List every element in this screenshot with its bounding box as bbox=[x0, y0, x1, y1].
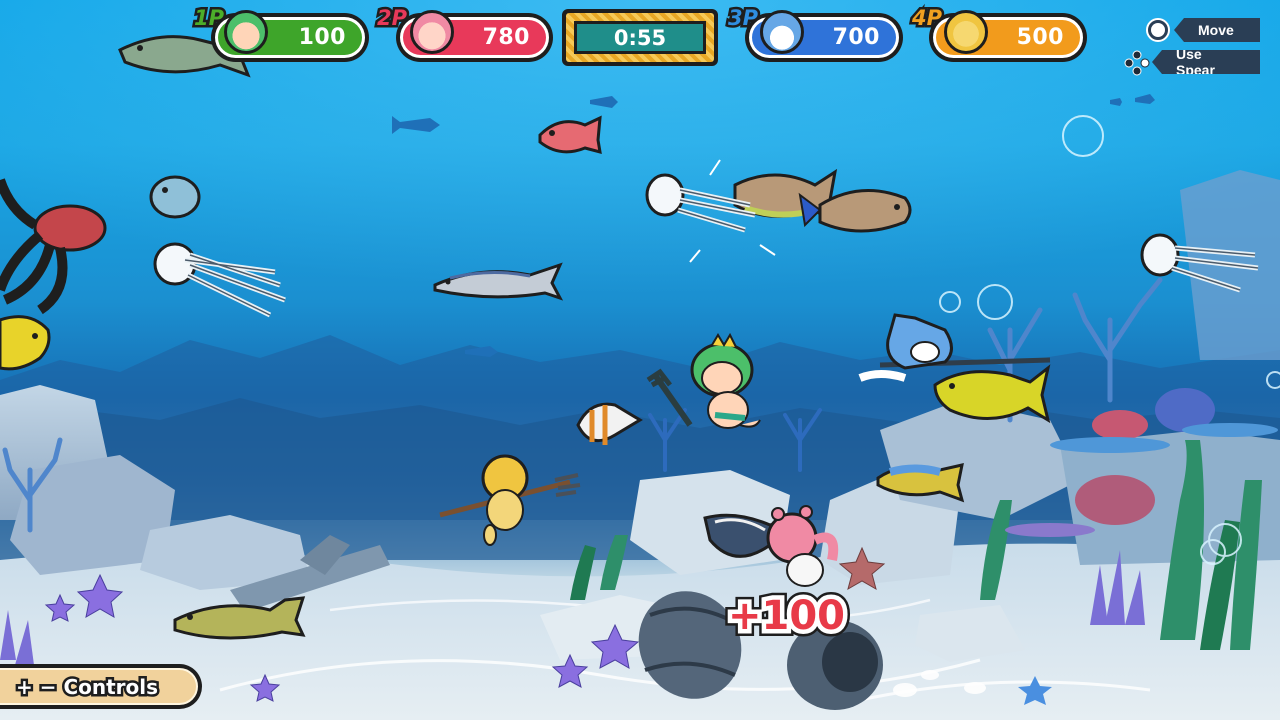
timer-value: 0:55 bbox=[613, 25, 667, 50]
cod-fish bbox=[173, 596, 306, 640]
player-4-character bbox=[439, 454, 581, 546]
brown-fish bbox=[733, 168, 912, 233]
mandarin-fish bbox=[538, 115, 602, 155]
sea-creatures bbox=[0, 32, 1259, 640]
controls-button[interactable]: + − Controls bbox=[0, 664, 202, 709]
mackerel bbox=[433, 262, 564, 301]
shark-hood-icon bbox=[760, 10, 804, 54]
round-timer: 0:55 bbox=[562, 9, 718, 66]
player-3-tag: 3P bbox=[725, 4, 760, 33]
player-1-score: 100 bbox=[298, 25, 346, 50]
controls-button-label: + − Controls bbox=[13, 672, 160, 701]
player-3-character bbox=[858, 313, 1051, 382]
yellow-fish bbox=[0, 315, 51, 371]
player-1-tag: 1P bbox=[191, 4, 226, 33]
use-spear-hint-label: Use Spear bbox=[1176, 46, 1215, 78]
player-2-score: 780 bbox=[482, 25, 530, 50]
octopus bbox=[0, 178, 107, 315]
yellow-cat-icon bbox=[944, 10, 988, 54]
player-2-tag: 2P bbox=[374, 4, 409, 33]
move-hint: Move bbox=[1174, 18, 1260, 42]
player-2-character bbox=[766, 505, 839, 587]
blue-fish bbox=[876, 463, 965, 503]
player-3-score: 700 bbox=[832, 25, 880, 50]
score-popup: +100 bbox=[723, 589, 849, 644]
face-buttons-icon bbox=[1124, 50, 1150, 76]
butterflyfish bbox=[576, 402, 643, 445]
player-1-character bbox=[646, 332, 761, 429]
jellyfish bbox=[153, 242, 286, 318]
jellyfish bbox=[1140, 233, 1259, 293]
game-scene: 100 1P 780 2P 0:55 700 3P 500 4P Move Us… bbox=[0, 0, 1280, 720]
green-hair-boy-icon bbox=[224, 10, 268, 54]
player-4-tag: 4P bbox=[909, 4, 944, 33]
use-spear-hint: Use Spear bbox=[1152, 50, 1260, 74]
pufferfish bbox=[149, 175, 201, 219]
move-hint-label: Move bbox=[1198, 22, 1234, 38]
left-stick-icon bbox=[1146, 18, 1170, 42]
player-4-score: 500 bbox=[1016, 25, 1064, 50]
pink-hair-girl-icon bbox=[410, 10, 454, 54]
yellow-fish bbox=[933, 364, 1051, 424]
